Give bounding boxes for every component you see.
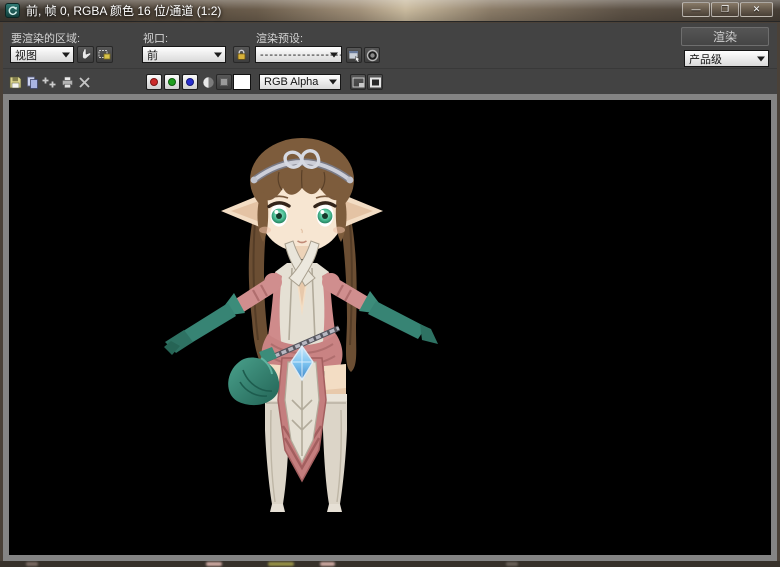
print-image-button[interactable] — [59, 74, 75, 90]
render-setup-icon — [348, 49, 361, 62]
titlebar[interactable]: 前, 帧 0, RGBA 颜色 16 位/通道 (1:2) — ❐ ✕ — [0, 0, 780, 22]
minimize-button[interactable]: — — [682, 2, 710, 17]
render-mode-value: 产品级 — [689, 51, 722, 67]
viewport-value: 前 — [147, 47, 158, 63]
render-canvas[interactable] — [9, 100, 771, 555]
auto-region-icon — [98, 48, 111, 61]
toggle-ui-overlay-button[interactable] — [350, 74, 366, 90]
border-smudge — [506, 562, 518, 566]
green-channel-icon — [168, 78, 176, 86]
edit-region-button[interactable] — [77, 46, 94, 63]
minimize-icon: — — [692, 4, 701, 14]
viewport-lock-button[interactable] — [233, 46, 250, 63]
chevron-down-icon — [329, 80, 337, 85]
blue-channel-button[interactable] — [182, 74, 198, 90]
render-frame-window: 前, 帧 0, RGBA 颜色 16 位/通道 (1:2) — ❐ ✕ 要渲染的… — [0, 0, 780, 567]
layout-overlay-icon — [352, 76, 365, 89]
save-image-button[interactable] — [7, 74, 23, 90]
clone-window-icon — [42, 76, 56, 89]
viewport-label: 视口: — [143, 30, 168, 46]
chevron-down-icon — [330, 52, 338, 57]
viewport-select[interactable]: 前 — [142, 46, 226, 63]
area-to-render-label: 要渲染的区域: — [11, 30, 80, 46]
environment-icon — [366, 49, 379, 62]
border-smudge — [206, 562, 222, 566]
chevron-down-icon — [757, 56, 765, 61]
red-channel-icon — [150, 78, 158, 86]
monochrome-icon — [202, 76, 215, 89]
app-icon — [5, 3, 20, 18]
render-controls-toolbar: 要渲染的区域: 视图 视口: 前 渲染预设: — [3, 23, 777, 68]
maximize-icon: ❐ — [721, 4, 729, 14]
background-color-swatch[interactable] — [233, 74, 251, 90]
canvas-frame — [3, 94, 777, 561]
layout-filled-icon — [369, 76, 382, 89]
close-button[interactable]: ✕ — [740, 2, 773, 17]
render-button[interactable]: 渲染 — [681, 27, 769, 46]
render-button-label: 渲染 — [713, 28, 737, 45]
chevron-down-icon — [62, 52, 70, 57]
copy-icon — [26, 76, 39, 89]
window-bottom-border — [0, 561, 780, 567]
border-smudge — [26, 562, 38, 566]
monochrome-button[interactable] — [200, 74, 216, 90]
alpha-channel-button[interactable] — [216, 74, 232, 90]
viewport-lock-icon — [235, 48, 248, 61]
teapot-refresh-icon — [7, 5, 18, 16]
window-controls: — ❐ ✕ — [681, 2, 773, 17]
render-setup-button[interactable] — [346, 47, 362, 63]
clear-image-button[interactable] — [76, 74, 92, 90]
green-channel-button[interactable] — [164, 74, 180, 90]
clone-window-button[interactable] — [41, 74, 57, 90]
print-icon — [61, 76, 74, 89]
environment-effects-button[interactable] — [364, 47, 380, 63]
save-icon — [9, 76, 22, 89]
border-smudge — [268, 562, 294, 566]
channel-display-select[interactable]: RGB Alpha — [259, 74, 341, 90]
channel-display-value: RGB Alpha — [264, 76, 318, 88]
area-to-render-value: 视图 — [15, 47, 37, 63]
blue-channel-icon — [186, 78, 194, 86]
chevron-down-icon — [214, 52, 222, 57]
red-channel-button[interactable] — [146, 74, 162, 90]
border-smudge — [320, 562, 335, 566]
alpha-channel-icon — [220, 78, 228, 86]
render-preset-label: 渲染预设: — [256, 30, 303, 46]
character-render — [9, 100, 771, 555]
render-mode-select[interactable]: 产品级 — [684, 50, 769, 67]
maximize-button[interactable]: ❐ — [711, 2, 739, 17]
toggle-ui-filled-button[interactable] — [367, 74, 383, 90]
edit-region-icon — [79, 48, 92, 61]
area-to-render-select[interactable]: 视图 — [10, 46, 74, 63]
copy-image-button[interactable] — [24, 74, 40, 90]
image-tools-toolbar: RGB Alpha — [3, 68, 777, 94]
clear-icon — [78, 76, 91, 89]
close-icon: ✕ — [753, 4, 761, 14]
render-preset-select[interactable]: ------------------- — [255, 46, 342, 63]
window-title: 前, 帧 0, RGBA 颜色 16 位/通道 (1:2) — [26, 0, 221, 22]
auto-region-button[interactable] — [96, 46, 113, 63]
